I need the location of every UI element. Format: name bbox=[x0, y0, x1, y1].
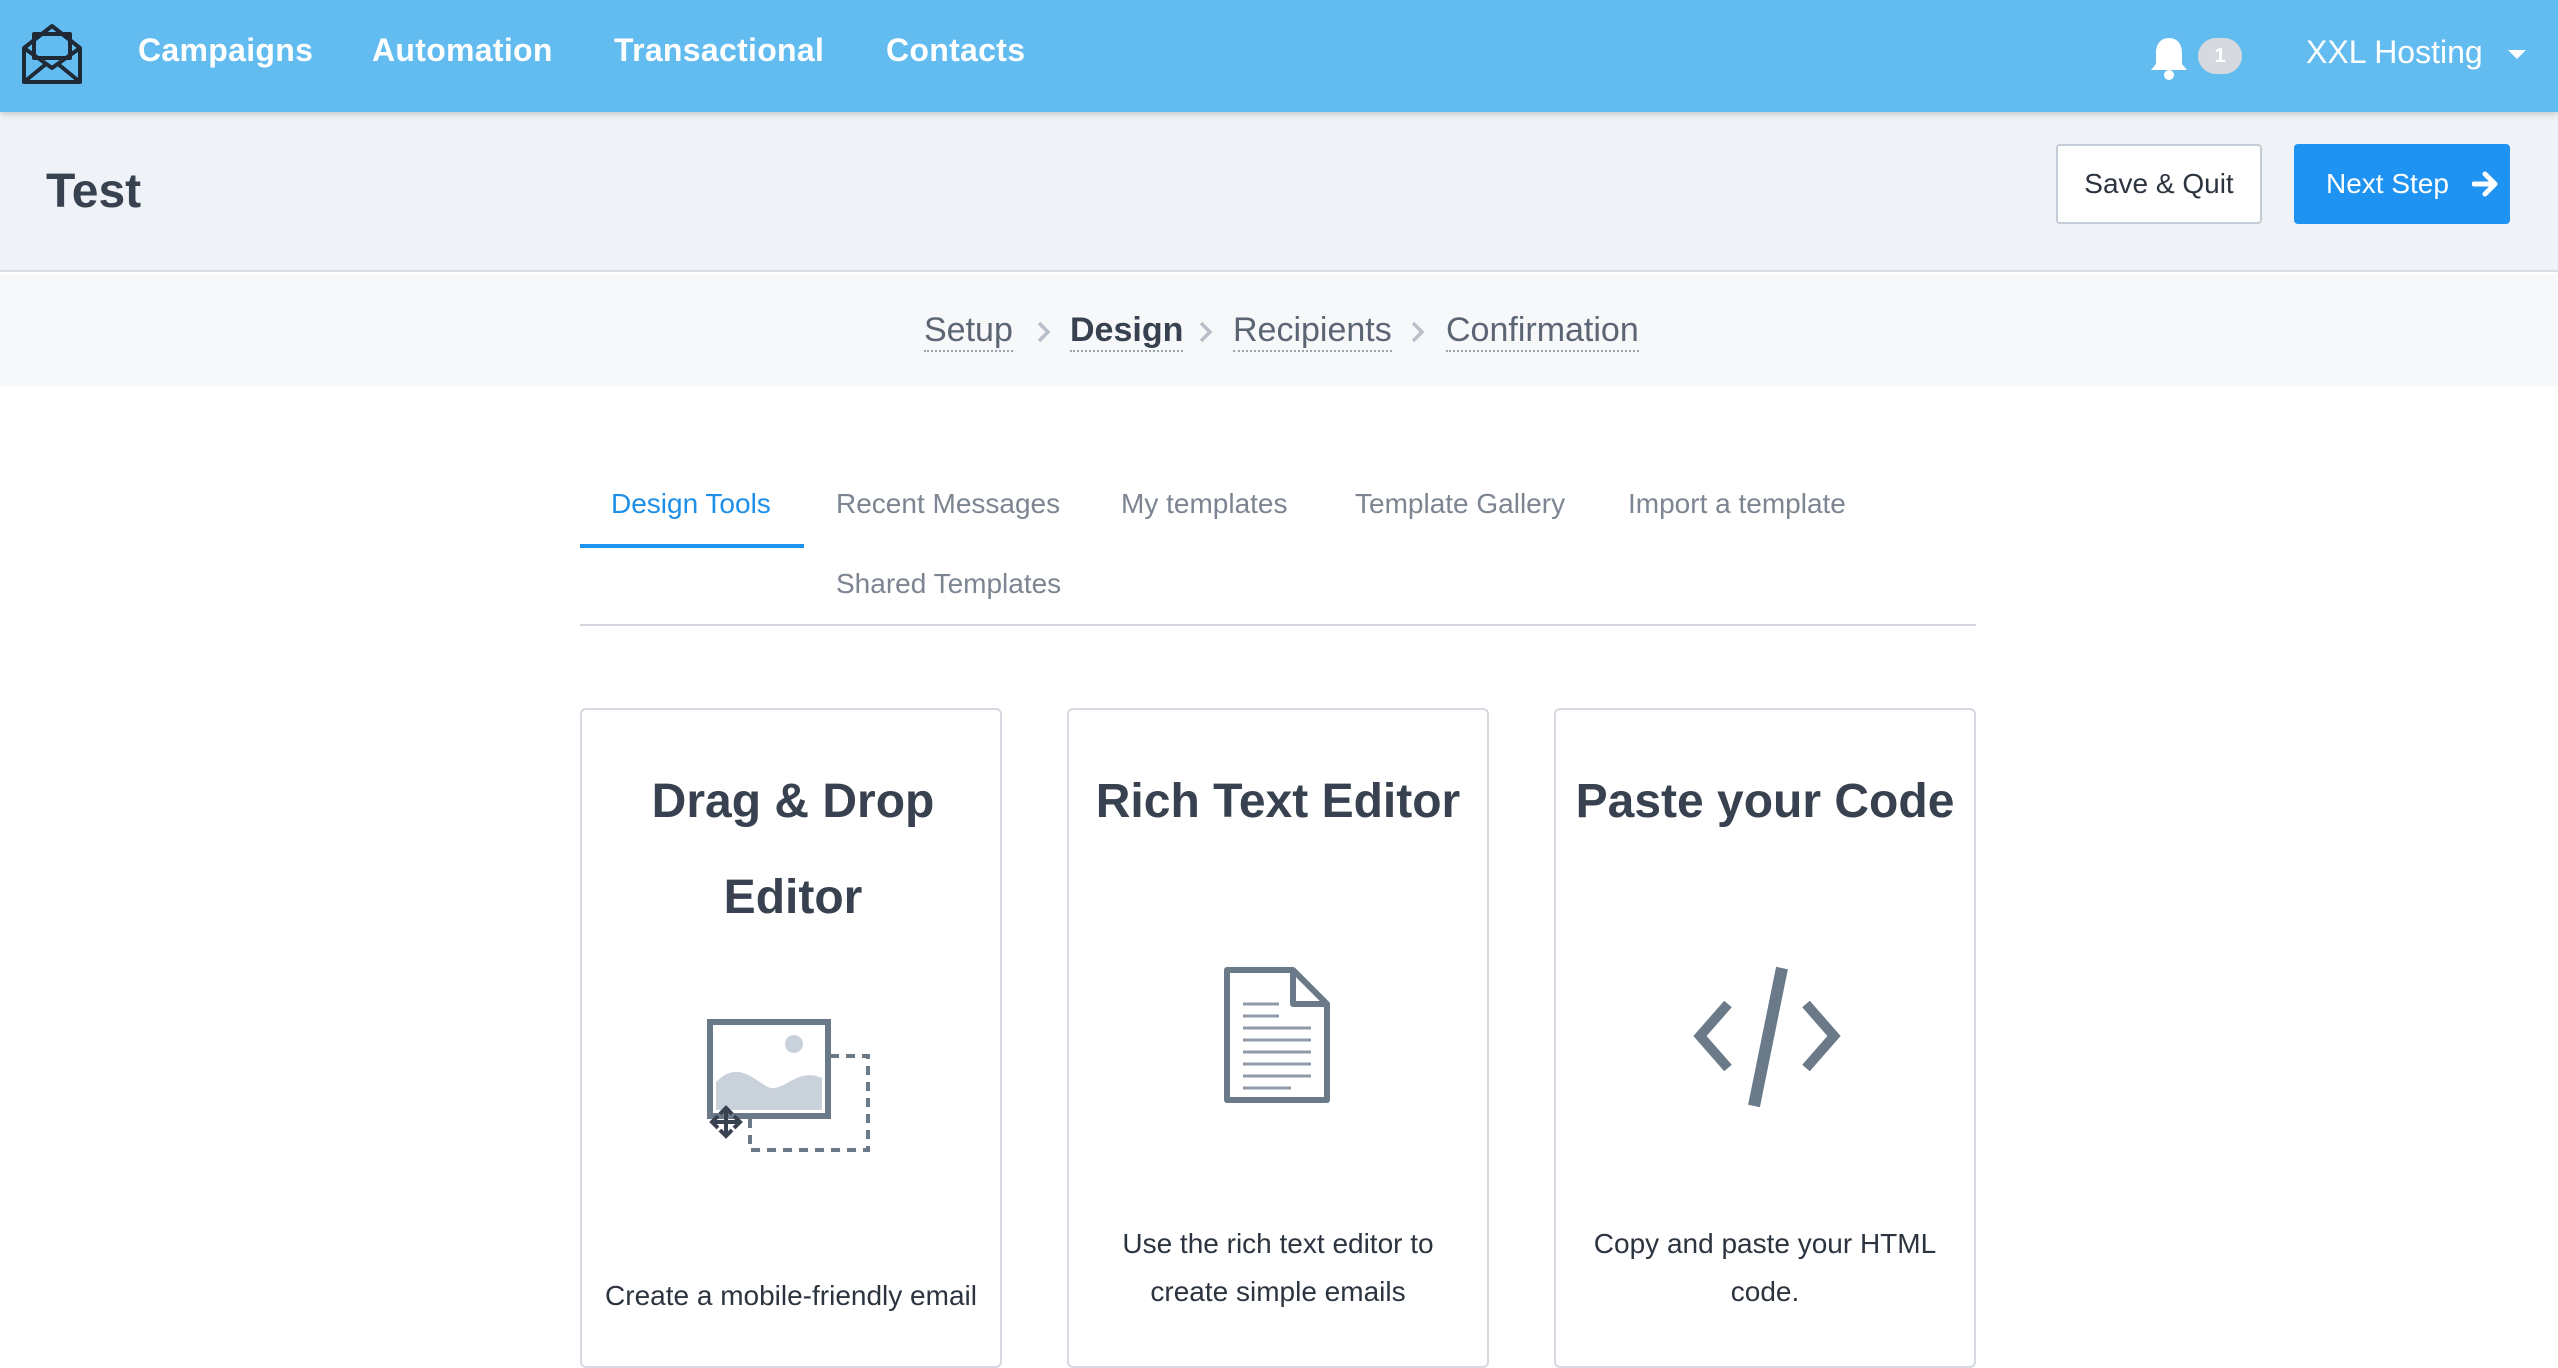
card-title: Paste your Code bbox=[1575, 775, 1955, 828]
bell-icon[interactable] bbox=[2148, 34, 2190, 80]
step-design[interactable]: Design bbox=[1070, 310, 1184, 352]
chevron-down-icon[interactable] bbox=[2508, 50, 2526, 59]
step-confirmation[interactable]: Confirmation bbox=[1446, 310, 1639, 352]
campaign-header: Test Save & Quit Next Step bbox=[0, 112, 2558, 272]
step-setup[interactable]: Setup bbox=[924, 310, 1013, 352]
active-tab-indicator bbox=[580, 544, 804, 548]
top-navbar: Campaigns Automation Transactional Conta… bbox=[0, 0, 2558, 112]
breadcrumb: Setup Design Recipients Confirmation bbox=[0, 274, 2558, 386]
save-quit-button[interactable]: Save & Quit bbox=[2056, 144, 2262, 224]
rich-text-editor-card[interactable]: Rich Text Editor Use the rich text edito… bbox=[1067, 708, 1489, 1368]
nav-campaigns[interactable]: Campaigns bbox=[138, 32, 313, 69]
tab-shared-templates[interactable]: Shared Templates bbox=[836, 568, 1061, 600]
chevron-right-icon bbox=[1411, 321, 1425, 343]
tab-template-gallery[interactable]: Template Gallery bbox=[1355, 488, 1565, 520]
card-title: Rich Text Editor bbox=[1095, 775, 1461, 828]
account-menu[interactable]: XXL Hosting bbox=[2306, 34, 2483, 71]
step-recipients[interactable]: Recipients bbox=[1233, 310, 1392, 352]
document-icon bbox=[1224, 967, 1330, 1103]
next-step-button[interactable]: Next Step bbox=[2294, 144, 2510, 224]
mail-logo-icon[interactable] bbox=[18, 20, 86, 88]
code-icon bbox=[1693, 966, 1841, 1108]
notification-badge: 1 bbox=[2198, 38, 2242, 74]
tab-design-tools[interactable]: Design Tools bbox=[611, 488, 771, 520]
tab-recent-messages[interactable]: Recent Messages bbox=[836, 488, 1060, 520]
nav-automation[interactable]: Automation bbox=[372, 32, 553, 69]
arrow-right-icon bbox=[2472, 171, 2498, 197]
page-title: Test bbox=[46, 165, 142, 218]
nav-contacts[interactable]: Contacts bbox=[886, 32, 1025, 69]
tab-my-templates[interactable]: My templates bbox=[1121, 488, 1288, 520]
card-description: Use the rich text editor to create simpl… bbox=[1122, 1228, 1434, 1307]
tabs-divider bbox=[580, 624, 1976, 626]
next-step-label: Next Step bbox=[2326, 168, 2449, 199]
card-title: Drag & Drop Editor bbox=[651, 775, 935, 924]
chevron-right-icon bbox=[1037, 321, 1051, 343]
card-description: Create a mobile-friendly email bbox=[605, 1280, 977, 1311]
drag-drop-image-icon bbox=[707, 1019, 870, 1152]
drag-drop-editor-card[interactable]: Drag & Drop Editor Create a mobile-frien… bbox=[580, 708, 1002, 1368]
nav-transactional[interactable]: Transactional bbox=[614, 32, 824, 69]
paste-code-card[interactable]: Paste your Code Copy and paste your HTML… bbox=[1554, 708, 1976, 1368]
tab-import-template[interactable]: Import a template bbox=[1628, 488, 1846, 520]
card-description: Copy and paste your HTML code. bbox=[1593, 1228, 1937, 1307]
chevron-right-icon bbox=[1199, 321, 1213, 343]
